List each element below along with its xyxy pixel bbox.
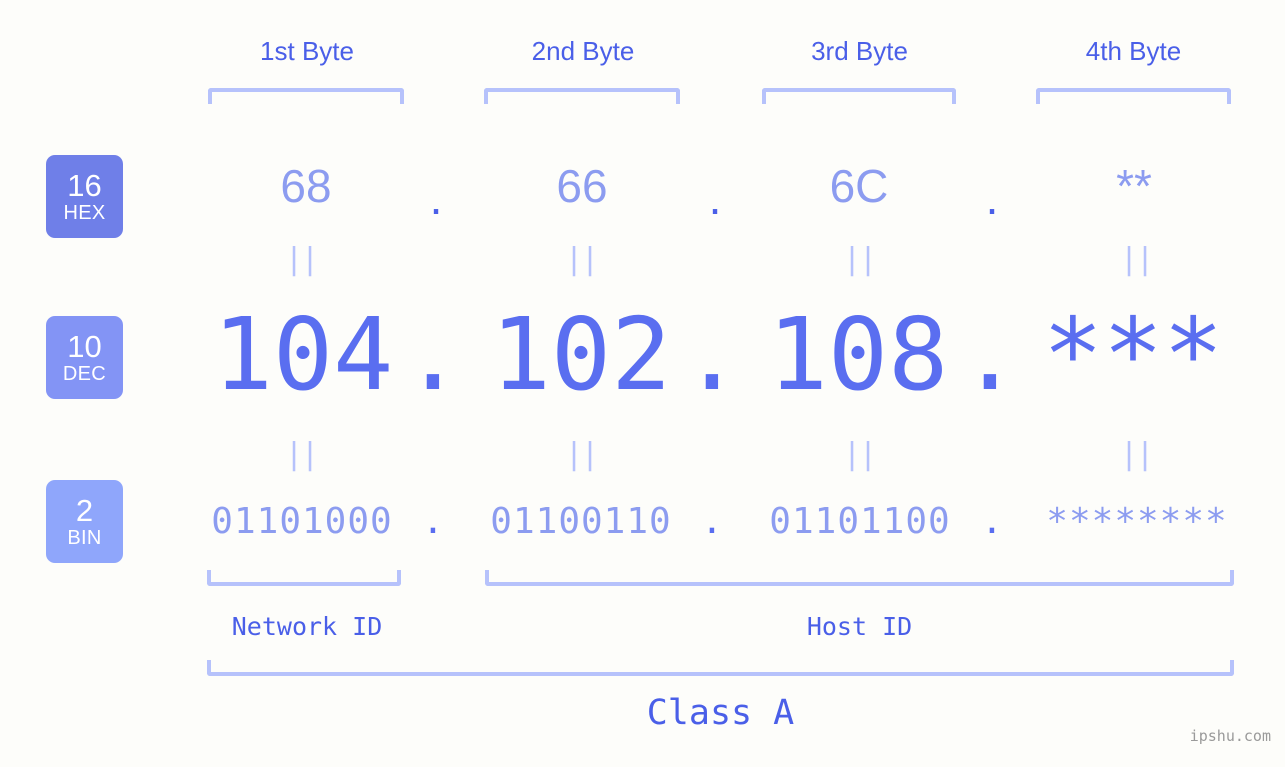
equality-mark-dec-bin-1: || bbox=[284, 437, 319, 472]
bin-separator-1: . bbox=[422, 501, 444, 542]
byte-header-4: 4th Byte bbox=[1085, 36, 1182, 66]
dec-separator-2: . bbox=[681, 296, 743, 413]
bin-byte-4: ******** bbox=[1046, 501, 1228, 542]
byte-header-3: 3rd Byte bbox=[811, 36, 908, 66]
site-watermark: ipshu.com bbox=[1189, 727, 1271, 745]
dec-byte-2: 102 bbox=[490, 296, 672, 413]
host-id-label: Host ID bbox=[806, 612, 913, 641]
equality-mark-hex-dec-2: || bbox=[564, 242, 599, 277]
byte-bracket-2 bbox=[484, 88, 680, 104]
equality-mark-hex-dec-4: || bbox=[1119, 242, 1154, 277]
bin-byte-2: 01100110 bbox=[490, 501, 672, 542]
byte-header-2: 2nd Byte bbox=[531, 36, 635, 66]
dec-byte-4: *** bbox=[1042, 296, 1224, 413]
ip-breakdown-diagram: 1st Byte 2nd Byte 3rd Byte 4th Byte 16 H… bbox=[0, 0, 1285, 767]
byte-bracket-1 bbox=[208, 88, 404, 104]
byte-header-1: 1st Byte bbox=[260, 36, 354, 66]
dec-value-row: 104 . 102 . 108 . *** bbox=[0, 300, 1285, 420]
byte-bracket-4 bbox=[1036, 88, 1231, 104]
bin-separator-2: . bbox=[701, 501, 723, 542]
dec-separator-3: . bbox=[959, 296, 1021, 413]
network-id-label: Network ID bbox=[231, 612, 383, 641]
hex-byte-3: 6C bbox=[829, 160, 889, 212]
bin-separator-3: . bbox=[981, 501, 1003, 542]
equality-mark-hex-dec-1: || bbox=[284, 242, 319, 277]
network-id-bracket bbox=[207, 570, 401, 586]
dec-byte-3: 108 bbox=[767, 296, 949, 413]
hex-separator-2: . bbox=[708, 172, 722, 224]
equality-mark-dec-bin-2: || bbox=[564, 437, 599, 472]
equality-mark-dec-bin-4: || bbox=[1119, 437, 1154, 472]
hex-byte-4: ** bbox=[1116, 160, 1152, 212]
bin-value-row: 01101000 . 01100110 . 01101100 . *******… bbox=[0, 500, 1285, 546]
byte-bracket-3 bbox=[762, 88, 956, 104]
hex-byte-1: 68 bbox=[280, 160, 332, 212]
bin-byte-1: 01101000 bbox=[211, 501, 393, 542]
hex-separator-3: . bbox=[985, 172, 999, 224]
dec-byte-1: 104 bbox=[212, 296, 394, 413]
hex-value-row: 68 . 66 . 6C . ** bbox=[0, 158, 1285, 224]
bin-byte-3: 01101100 bbox=[769, 501, 951, 542]
hex-byte-2: 66 bbox=[556, 160, 608, 212]
hex-separator-1: . bbox=[429, 172, 443, 224]
equality-mark-dec-bin-3: || bbox=[842, 437, 877, 472]
class-bracket bbox=[207, 660, 1234, 676]
class-label: Class A bbox=[646, 693, 795, 733]
host-id-bracket bbox=[485, 570, 1234, 586]
dec-separator-1: . bbox=[402, 296, 464, 413]
equality-mark-hex-dec-3: || bbox=[842, 242, 877, 277]
